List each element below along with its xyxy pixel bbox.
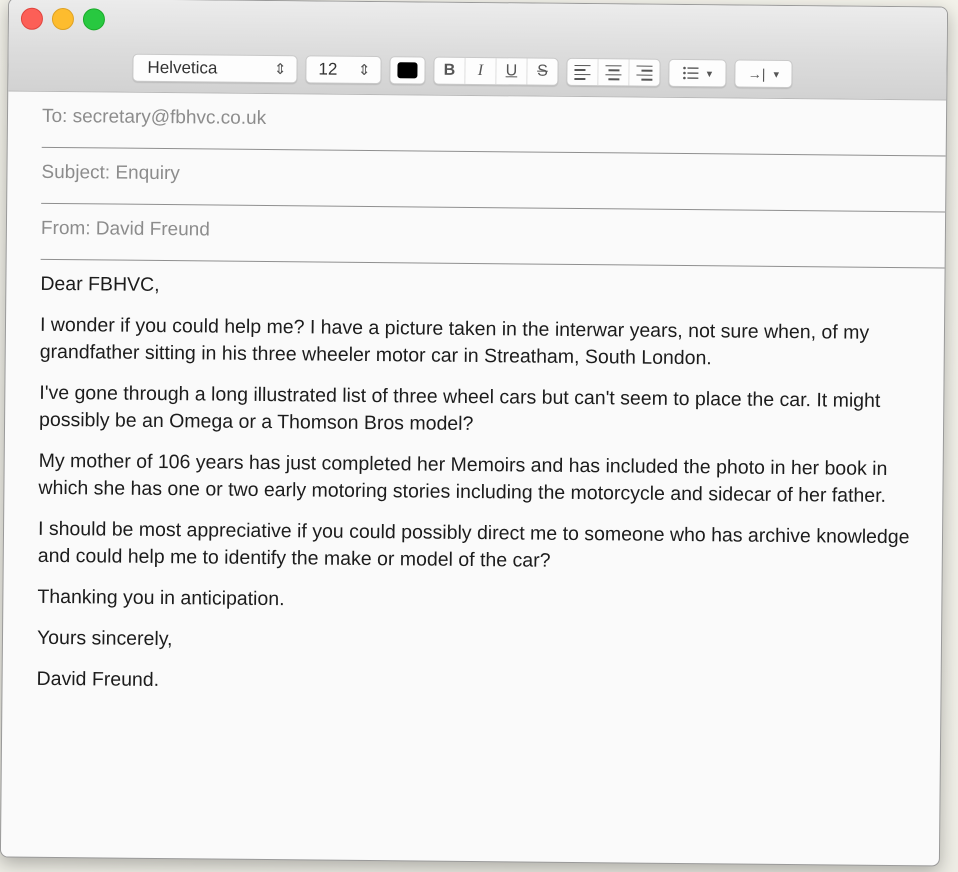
to-field-text: To: secretary@fbhvc.co.uk xyxy=(41,105,267,129)
body-paragraph: I should be most appreciative if you cou… xyxy=(37,517,910,572)
body-paragraph: Dear FBHVC, xyxy=(40,272,160,296)
from-field-text: From: David Freund xyxy=(40,217,210,241)
alignment-group xyxy=(566,57,661,87)
text-color-well[interactable] xyxy=(389,56,426,85)
body-paragraph: My mother of 106 years has just complete… xyxy=(38,449,888,507)
to-field[interactable]: To: secretary@fbhvc.co.uk xyxy=(8,92,946,157)
subject-field[interactable]: Subject: Enquiry xyxy=(7,148,946,213)
message-body[interactable]: Dear FBHVC, I wonder if you could help m… xyxy=(36,271,920,715)
body-paragraph: I've gone through a long illustrated lis… xyxy=(38,381,881,435)
close-button[interactable] xyxy=(20,7,44,30)
strikethrough-button[interactable]: S xyxy=(527,58,557,84)
format-toolbar: Helvetica ⇕ 12 ⇕ B I U S ▾ →| ▾ xyxy=(132,53,793,89)
font-family-select[interactable]: Helvetica ⇕ xyxy=(132,53,298,84)
chevron-down-icon: ▾ xyxy=(773,68,780,81)
list-style-dropdown[interactable]: ▾ xyxy=(668,58,727,88)
message-header: To: secretary@fbhvc.co.uk Subject: Enqui… xyxy=(7,92,947,269)
window-controls xyxy=(20,7,106,31)
body-paragraph: I wonder if you could help me? I have a … xyxy=(39,313,870,370)
align-right-icon xyxy=(636,65,653,81)
align-center-icon xyxy=(605,64,622,80)
body-paragraph: Yours sincerely, xyxy=(36,626,173,651)
up-down-chevron-icon: ⇕ xyxy=(273,60,287,78)
underline-button[interactable]: U xyxy=(496,58,528,85)
title-bar: Helvetica ⇕ 12 ⇕ B I U S ▾ →| ▾ xyxy=(8,0,948,101)
font-family-value: Helvetica xyxy=(147,57,218,78)
align-left-button[interactable] xyxy=(567,58,599,86)
align-right-button[interactable] xyxy=(629,59,659,85)
minimize-button[interactable] xyxy=(51,7,75,31)
color-swatch xyxy=(397,62,418,79)
up-down-chevron-icon: ⇕ xyxy=(357,61,371,79)
subject-field-text: Subject: Enquiry xyxy=(41,161,180,185)
indent-icon: →| xyxy=(747,65,766,82)
body-paragraph: David Freund. xyxy=(36,667,160,691)
list-bullets-icon xyxy=(683,66,699,80)
bold-button[interactable]: B xyxy=(434,57,466,84)
font-size-value: 12 xyxy=(318,59,338,79)
chevron-down-icon: ▾ xyxy=(706,67,713,80)
font-size-select[interactable]: 12 ⇕ xyxy=(305,55,382,85)
text-style-group: B I U S xyxy=(433,56,559,86)
italic-button[interactable]: I xyxy=(465,57,497,85)
body-paragraph: Thanking you in anticipation. xyxy=(37,585,285,611)
compose-window: Helvetica ⇕ 12 ⇕ B I U S ▾ →| ▾ To: secr… xyxy=(0,0,949,867)
from-field[interactable]: From: David Freund xyxy=(7,204,945,269)
align-left-icon xyxy=(574,64,591,80)
indent-dropdown[interactable]: →| ▾ xyxy=(734,59,793,89)
align-center-button[interactable] xyxy=(598,59,630,86)
zoom-button[interactable] xyxy=(82,8,106,31)
divider xyxy=(40,258,945,269)
